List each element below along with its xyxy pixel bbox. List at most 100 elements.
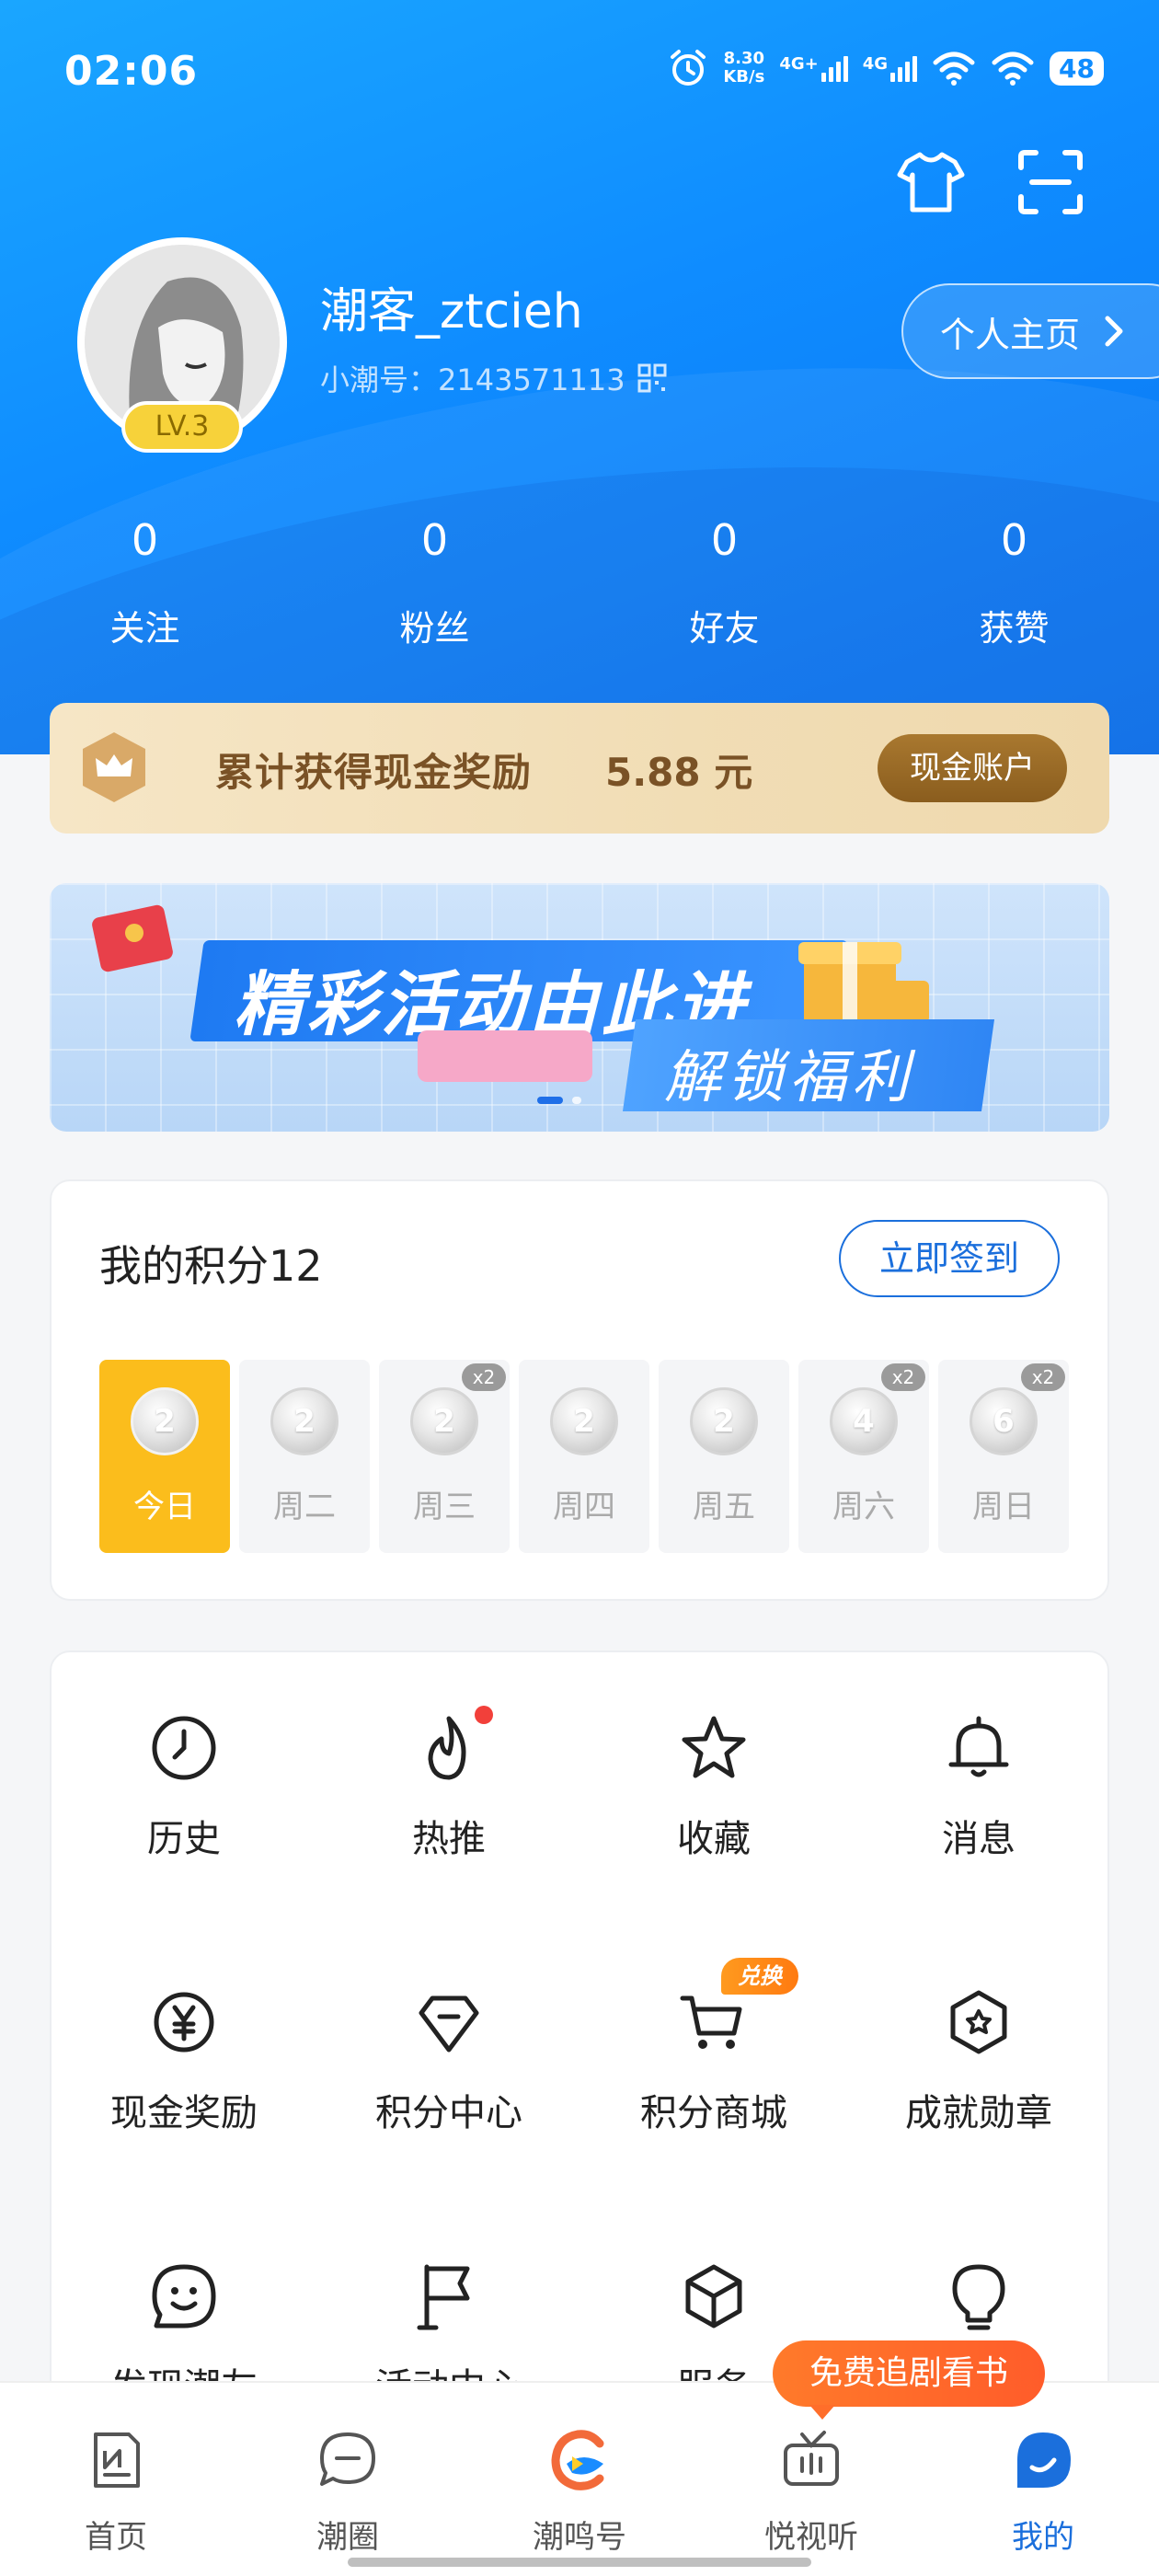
signal-bars-icon-2: [890, 54, 918, 82]
exchange-badge: 兑换: [721, 1958, 798, 1995]
crown-icon: [83, 732, 145, 802]
checkin-day-wed[interactable]: 2 x2 周三: [379, 1360, 510, 1553]
stat-fans[interactable]: 0 粉丝: [290, 515, 580, 650]
menu-item-label: 消息: [942, 1818, 1016, 1860]
user-id[interactable]: 小潮号：2143571113: [320, 357, 668, 399]
tab-label: 悦视听: [764, 2519, 858, 2556]
coin-icon: 2: [690, 1387, 758, 1455]
signal-4g: 4G: [863, 54, 918, 82]
cart-icon: [680, 1995, 742, 2049]
menu-item-history[interactable]: 历史: [52, 1711, 316, 1862]
sign-in-button[interactable]: 立即签到: [839, 1220, 1060, 1297]
checkin-day-sun[interactable]: 6 x2 周日: [938, 1360, 1069, 1553]
username: 潮客_ztcieh: [320, 284, 583, 339]
cash-account-button[interactable]: 现金账户: [878, 734, 1067, 802]
activity-banner[interactable]: 精彩活动由此进 解锁福利: [50, 883, 1109, 1132]
tab-me[interactable]: 我的: [927, 2427, 1159, 2557]
signal-4gplus-label: 4G+: [779, 54, 819, 74]
diamond-icon: [419, 1995, 479, 2053]
flag-icon: [417, 2264, 470, 2330]
weekly-checkin: 2 今日 2 周二 2 x2 周三 2 周四 2 周五 4 x2 周六 6 x2…: [99, 1360, 1069, 1553]
menu-item-hot[interactable]: 热推: [316, 1706, 581, 1862]
network-speed-unit: KB/s: [723, 67, 765, 86]
tab-home[interactable]: 首页: [0, 2427, 232, 2557]
coin-icon: 2: [550, 1387, 618, 1455]
coin-icon: 2: [270, 1387, 339, 1455]
checkin-day-label: 周二: [273, 1489, 336, 1525]
cube-icon: [685, 2264, 742, 2329]
bottom-tab-bar: 首页 潮圈 潮鸣号 悦视听 我的: [0, 2381, 1159, 2576]
double-bonus-badge: x2: [462, 1363, 506, 1391]
me-icon: [1017, 2432, 1071, 2488]
coin-icon: 2: [131, 1387, 199, 1455]
avatar[interactable]: LV.3: [77, 237, 287, 453]
star-icon: [682, 1716, 746, 1778]
stat-value: 0: [420, 515, 449, 565]
menu-item-cash-reward[interactable]: 现金奖励: [52, 1985, 316, 2136]
home-indicator[interactable]: [348, 2558, 811, 2567]
menu-item-points-mall[interactable]: 兑换 积分商城: [581, 1958, 846, 2136]
checkin-day-label: 周六: [832, 1489, 895, 1525]
menu-item-achievements[interactable]: 成就勋章: [846, 1985, 1111, 2136]
checkin-day-tue[interactable]: 2 周二: [239, 1360, 370, 1553]
menu-item-label: 现金奖励: [110, 2092, 258, 2134]
pagination-dot: [572, 1097, 581, 1104]
free-drama-promo-badge[interactable]: 免费追剧看书: [773, 2340, 1045, 2420]
stat-value: 0: [710, 515, 739, 565]
menu-item-points-center[interactable]: 积分中心: [316, 1985, 581, 2136]
network-speed-value: 8.30: [723, 49, 765, 68]
status-bar: 02:06 8.30 KB/s 4G+ 4G 48: [64, 48, 1104, 103]
tab-chaoming[interactable]: 潮鸣号: [464, 2427, 695, 2557]
cash-reward-bar[interactable]: 累计获得现金奖励 5.88 元 现金账户: [50, 703, 1109, 834]
personal-homepage-button[interactable]: 个人主页: [901, 283, 1159, 379]
chevron-right-icon: [1105, 316, 1123, 347]
menu-item-messages[interactable]: 消息: [846, 1711, 1111, 1862]
checkin-day-label: 今日: [133, 1489, 196, 1525]
network-speed: 8.30 KB/s: [723, 50, 764, 86]
tshirt-icon[interactable]: [896, 147, 966, 217]
tab-circle[interactable]: 潮圈: [232, 2427, 464, 2557]
coin-icon: 2: [410, 1387, 478, 1455]
tab-media[interactable]: 悦视听: [695, 2427, 927, 2557]
signal-bars-icon: [820, 54, 848, 82]
brand-c-icon: [551, 2430, 604, 2490]
checkin-day-label: 周三: [413, 1489, 476, 1525]
menu-item-label: 热推: [412, 1818, 486, 1860]
profile-stats: 0 关注 0 粉丝 0 好友 0 获赞: [0, 515, 1159, 650]
checkin-day-today[interactable]: 2 今日: [99, 1360, 230, 1553]
checkin-day-label: 周五: [693, 1489, 755, 1525]
chat-icon: [320, 2432, 375, 2486]
cash-reward-amount: 5.88 元: [605, 750, 753, 795]
coin-icon: 6: [970, 1387, 1038, 1455]
checkin-day-label: 周日: [972, 1489, 1035, 1525]
clock-icon: [152, 1716, 216, 1780]
badge-icon: [950, 1990, 1007, 2054]
double-bonus-badge: x2: [1021, 1363, 1065, 1391]
stat-friends[interactable]: 0 好友: [580, 515, 869, 650]
stat-likes[interactable]: 0 获赞: [869, 515, 1159, 650]
points-title: 我的积分12: [99, 1241, 323, 1291]
menu-item-label: 收藏: [677, 1818, 751, 1860]
scan-icon[interactable]: [1016, 147, 1085, 217]
menu-item-label: 积分商城: [640, 2092, 787, 2134]
tab-label: 首页: [85, 2519, 147, 2556]
stat-label: 获赞: [979, 608, 1050, 649]
level-badge: LV.3: [121, 401, 243, 453]
checkin-day-fri[interactable]: 2 周五: [659, 1360, 789, 1553]
battery-indicator: 48: [1050, 51, 1104, 86]
chat-bubble-decoration: [418, 1030, 592, 1082]
qrcode-icon[interactable]: [637, 362, 668, 394]
checkin-day-thu[interactable]: 2 周四: [519, 1360, 649, 1553]
wifi-icon-2: [992, 52, 1034, 86]
stat-value: 0: [131, 515, 159, 565]
tab-label: 潮圈: [316, 2519, 379, 2556]
notification-dot: [475, 1706, 493, 1724]
stat-follow[interactable]: 0 关注: [0, 515, 290, 650]
menu-item-favorites[interactable]: 收藏: [581, 1711, 846, 1862]
points-card: 我的积分12 立即签到 2 今日 2 周二 2 x2 周三 2 周四 2 周五 …: [50, 1179, 1109, 1601]
stat-value: 0: [1000, 515, 1028, 565]
gift-box-icon: [798, 942, 929, 1027]
menu-item-label: 成就勋章: [905, 2092, 1052, 2134]
checkin-day-sat[interactable]: 4 x2 周六: [798, 1360, 929, 1553]
double-bonus-badge: x2: [881, 1363, 925, 1391]
